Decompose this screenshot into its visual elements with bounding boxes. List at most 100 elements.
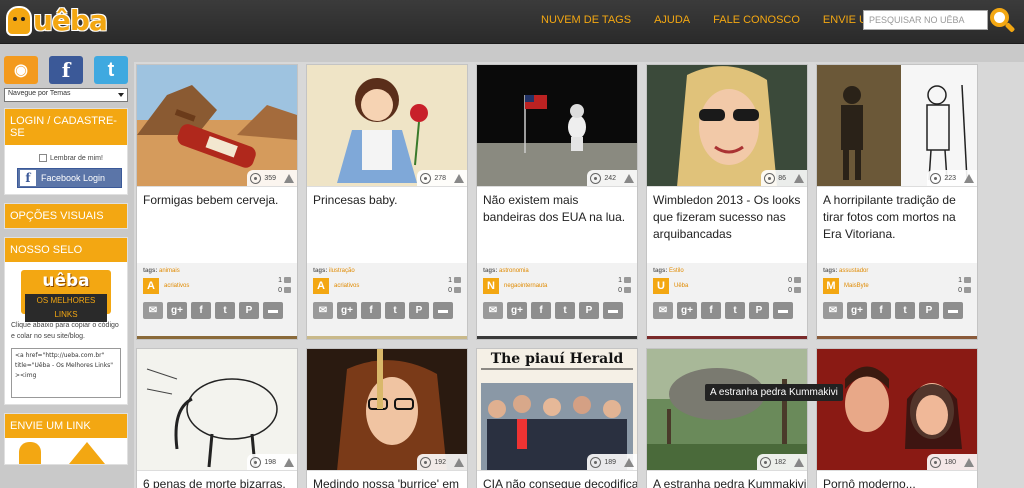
facebook-login-button[interactable]: f Facebook Login	[17, 168, 122, 188]
nav-fale-conosco[interactable]: FALE CONOSCO	[713, 14, 800, 26]
visual-options-title[interactable]: OPÇÕES VISUAIS	[5, 204, 127, 228]
report-icon[interactable]	[794, 173, 804, 183]
tag-link[interactable]: assustador	[839, 268, 868, 274]
heart-icon[interactable]	[794, 287, 801, 294]
email-icon[interactable]: ✉	[823, 302, 843, 319]
navigate-select[interactable]: Navegue por Temas	[4, 88, 128, 102]
report-icon[interactable]	[964, 457, 974, 467]
twitter-icon[interactable]: t	[895, 302, 915, 319]
author-avatar[interactable]: M	[823, 278, 839, 294]
envie-title[interactable]: ENVIE UM LINK	[5, 414, 127, 438]
rss-icon[interactable]: ◉	[4, 56, 38, 84]
post-title[interactable]: Não existem mais bandeiras dos EUA na lu…	[477, 187, 637, 263]
shuffle-icon[interactable]	[794, 277, 801, 284]
author-name[interactable]: MaisByte	[844, 283, 958, 289]
report-icon[interactable]	[794, 457, 804, 467]
heart-icon[interactable]	[624, 287, 631, 294]
shuffle-icon[interactable]	[964, 277, 971, 284]
report-icon[interactable]	[454, 457, 464, 467]
heart-icon[interactable]	[454, 287, 461, 294]
post-title[interactable]: A estranha pedra Kummakivi	[647, 471, 807, 488]
author-name[interactable]: negaointernauta	[504, 283, 618, 289]
google-plus-icon[interactable]: g+	[507, 302, 527, 319]
pinterest-icon[interactable]: P	[409, 302, 429, 319]
facebook-icon[interactable]: f	[701, 302, 721, 319]
post-title[interactable]: CIA não consegue decodificar	[477, 471, 637, 488]
report-icon[interactable]	[624, 457, 634, 467]
report-icon[interactable]	[624, 173, 634, 183]
selo-badge[interactable]: uêba OS MELHORES LINKS	[21, 270, 111, 322]
shuffle-icon[interactable]	[624, 277, 631, 284]
shuffle-icon[interactable]	[284, 277, 291, 284]
tag-link[interactable]: Estilo	[669, 268, 684, 274]
email-icon[interactable]: ✉	[653, 302, 673, 319]
post-title[interactable]: A horripilante tradição de tirar fotos c…	[817, 187, 977, 263]
email-icon[interactable]: ✉	[483, 302, 503, 319]
post-thumbnail[interactable]: 198	[137, 349, 297, 471]
login-title[interactable]: LOGIN / CADASTRE-SE	[5, 109, 127, 145]
author-avatar[interactable]: A	[143, 278, 159, 294]
post-thumbnail[interactable]: 359	[137, 65, 297, 187]
post-thumbnail[interactable]: 223	[817, 65, 977, 187]
comment-icon[interactable]: ▬	[773, 302, 793, 319]
tag-link[interactable]: astronomia	[499, 268, 529, 274]
pinterest-icon[interactable]: P	[919, 302, 939, 319]
search-icon[interactable]	[988, 6, 1018, 36]
post-thumbnail[interactable]: 242	[477, 65, 637, 187]
author-avatar[interactable]: N	[483, 278, 499, 294]
post-thumbnail[interactable]: 192	[307, 349, 467, 471]
twitter-icon[interactable]: t	[385, 302, 405, 319]
pinterest-icon[interactable]: P	[239, 302, 259, 319]
report-icon[interactable]	[454, 173, 464, 183]
author-name[interactable]: acriativos	[164, 283, 278, 289]
post-thumbnail[interactable]: 182	[647, 349, 807, 471]
google-plus-icon[interactable]: g+	[167, 302, 187, 319]
selo-code-textarea[interactable]: <a href="http://ueba.com.br" title="Uêba…	[11, 348, 121, 398]
twitter-icon[interactable]: t	[725, 302, 745, 319]
google-plus-icon[interactable]: g+	[337, 302, 357, 319]
post-title[interactable]: Formigas bebem cerveja.	[137, 187, 297, 263]
shuffle-icon[interactable]	[454, 277, 461, 284]
author-avatar[interactable]: U	[653, 278, 669, 294]
remember-checkbox[interactable]	[39, 154, 47, 162]
comment-icon[interactable]: ▬	[263, 302, 283, 319]
facebook-icon[interactable]: f	[191, 302, 211, 319]
post-title[interactable]: Princesas baby.	[307, 187, 467, 263]
remember-me[interactable]: Lembrar de mim!	[39, 154, 121, 162]
author-name[interactable]: Uêba	[674, 283, 788, 289]
report-icon[interactable]	[284, 173, 294, 183]
pinterest-icon[interactable]: P	[579, 302, 599, 319]
post-thumbnail[interactable]: The piauí Herald 189	[477, 349, 637, 471]
post-title[interactable]: 6 penas de morte bizarras.	[137, 471, 297, 488]
post-title[interactable]: Wimbledon 2013 - Os looks que fizeram su…	[647, 187, 807, 263]
post-title[interactable]: Pornô moderno...	[817, 471, 977, 488]
comment-icon[interactable]: ▬	[943, 302, 963, 319]
facebook-icon[interactable]: f	[49, 56, 83, 84]
comment-icon[interactable]: ▬	[603, 302, 623, 319]
heart-icon[interactable]	[284, 287, 291, 294]
facebook-icon[interactable]: f	[531, 302, 551, 319]
tag-link[interactable]: animais	[159, 268, 180, 274]
heart-icon[interactable]	[964, 287, 971, 294]
post-thumbnail[interactable]: 86	[647, 65, 807, 187]
comment-icon[interactable]: ▬	[433, 302, 453, 319]
site-logo[interactable]: uêba	[6, 3, 108, 39]
post-thumbnail[interactable]: 180	[817, 349, 977, 471]
tag-link[interactable]: ilustração	[329, 268, 355, 274]
pinterest-icon[interactable]: P	[749, 302, 769, 319]
twitter-icon[interactable]: t	[555, 302, 575, 319]
google-plus-icon[interactable]: g+	[677, 302, 697, 319]
post-thumbnail[interactable]: 278	[307, 65, 467, 187]
report-icon[interactable]	[964, 173, 974, 183]
twitter-icon[interactable]: t	[215, 302, 235, 319]
google-plus-icon[interactable]: g+	[847, 302, 867, 319]
twitter-icon[interactable]: t	[94, 56, 128, 84]
nav-nuvem-de-tags[interactable]: NUVEM DE TAGS	[541, 14, 631, 26]
email-icon[interactable]: ✉	[313, 302, 333, 319]
author-avatar[interactable]: A	[313, 278, 329, 294]
nav-ajuda[interactable]: AJUDA	[654, 14, 690, 26]
post-title[interactable]: Medindo nossa 'burrice' em	[307, 471, 467, 488]
report-icon[interactable]	[284, 457, 294, 467]
search-input[interactable]: PESQUISAR NO UÊBA	[863, 10, 988, 30]
facebook-icon[interactable]: f	[361, 302, 381, 319]
